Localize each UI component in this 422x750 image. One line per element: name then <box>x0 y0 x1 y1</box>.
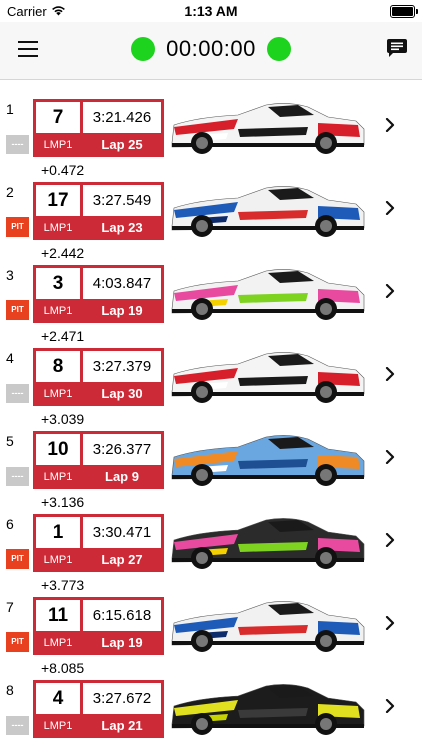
pit-badge: PIT <box>6 300 29 320</box>
standings-row[interactable]: 1 ---- 7 3:21.426 LMP1 Lap 25 +0.472 <box>0 80 422 178</box>
car-livery-image <box>171 435 365 486</box>
car-livery-image <box>171 518 365 569</box>
timing-card: 8 3:27.379 LMP1 Lap 30 <box>33 348 164 406</box>
car-livery-image <box>171 352 365 403</box>
lap-time: 3:27.379 <box>83 351 161 382</box>
position-label: 8 <box>6 682 14 698</box>
status-light-right-icon <box>267 37 292 61</box>
standings-row[interactable]: 8 ---- 4 3:27.672 LMP1 Lap 21 <box>0 661 422 744</box>
car-number: 1 <box>36 517 80 548</box>
standings-row[interactable]: 7 PIT 11 6:15.618 LMP1 Lap 19 +8.085 <box>0 578 422 676</box>
class-label: LMP1 <box>43 305 73 317</box>
class-label: LMP1 <box>43 139 73 151</box>
lap-count: Lap 9 <box>105 469 139 484</box>
standings-row[interactable]: 6 PIT 1 3:30.471 LMP1 Lap 27 +3.773 <box>0 495 422 593</box>
car-livery-image <box>171 103 365 154</box>
message-icon[interactable] <box>387 39 407 57</box>
class-label: LMP1 <box>43 554 73 566</box>
lap-count: Lap 21 <box>101 718 143 733</box>
chevron-right-icon[interactable] <box>385 201 395 215</box>
class-label: LMP1 <box>43 222 73 234</box>
chevron-right-icon[interactable] <box>385 118 395 132</box>
position-label: 1 <box>6 101 14 117</box>
standings-row[interactable]: 3 PIT 3 4:03.847 LMP1 Lap 19 +2.471 <box>0 246 422 344</box>
no-pit-badge: ---- <box>6 384 29 403</box>
timing-card: 17 3:27.549 LMP1 Lap 23 <box>33 182 164 240</box>
race-timer: 00:00:00 <box>0 36 422 62</box>
position-label: 4 <box>6 350 14 366</box>
timing-card: 11 6:15.618 LMP1 Lap 19 <box>33 597 164 655</box>
pit-badge: PIT <box>6 217 29 237</box>
navigation-bar: 00:00:00 <box>0 22 422 80</box>
lap-time: 3:27.672 <box>83 683 161 714</box>
car-livery-image <box>171 186 365 237</box>
position-label: 5 <box>6 433 14 449</box>
position-label: 2 <box>6 184 14 200</box>
lap-count: Lap 27 <box>101 552 143 567</box>
chevron-right-icon[interactable] <box>385 533 395 547</box>
lap-count: Lap 19 <box>101 635 143 650</box>
timing-card: 1 3:30.471 LMP1 Lap 27 <box>33 514 164 572</box>
class-label: LMP1 <box>43 388 73 400</box>
chevron-right-icon[interactable] <box>385 699 395 713</box>
pit-badge: PIT <box>6 632 29 652</box>
position-label: 7 <box>6 599 14 615</box>
no-pit-badge: ---- <box>6 467 29 486</box>
class-label: LMP1 <box>43 637 73 649</box>
status-bar: Carrier 1:13 AM <box>0 0 422 22</box>
class-label: LMP1 <box>43 720 73 732</box>
timing-card: 4 3:27.672 LMP1 Lap 21 <box>33 680 164 738</box>
class-label: LMP1 <box>43 471 73 483</box>
timer-value: 00:00:00 <box>166 36 256 61</box>
pit-badge: PIT <box>6 549 29 569</box>
car-number: 4 <box>36 683 80 714</box>
car-livery-image <box>171 684 365 735</box>
timing-card: 3 4:03.847 LMP1 Lap 19 <box>33 265 164 323</box>
car-number: 17 <box>36 185 80 216</box>
lap-time: 6:15.618 <box>83 600 161 631</box>
car-number: 8 <box>36 351 80 382</box>
car-number: 3 <box>36 268 80 299</box>
lap-count: Lap 19 <box>101 303 143 318</box>
lap-count: Lap 30 <box>101 386 143 401</box>
lap-count: Lap 23 <box>101 220 143 235</box>
car-number: 11 <box>36 600 80 631</box>
chevron-right-icon[interactable] <box>385 367 395 381</box>
chevron-right-icon[interactable] <box>385 284 395 298</box>
standings-row[interactable]: 5 ---- 10 3:26.377 LMP1 Lap 9 +3.136 <box>0 412 422 510</box>
battery-icon <box>390 5 418 18</box>
car-livery-image <box>171 601 365 652</box>
lap-time: 3:27.549 <box>83 185 161 216</box>
clock: 1:13 AM <box>184 3 238 19</box>
car-number: 7 <box>36 102 80 133</box>
no-pit-badge: ---- <box>6 135 29 154</box>
car-number: 10 <box>36 434 80 465</box>
lap-time: 3:21.426 <box>83 102 161 133</box>
status-light-left-icon <box>130 37 155 61</box>
lap-time: 3:26.377 <box>83 434 161 465</box>
chevron-right-icon[interactable] <box>385 616 395 630</box>
lap-time: 4:03.847 <box>83 268 161 299</box>
position-label: 6 <box>6 516 14 532</box>
lap-time: 3:30.471 <box>83 517 161 548</box>
position-label: 3 <box>6 267 14 283</box>
standings-row[interactable]: 4 ---- 8 3:27.379 LMP1 Lap 30 +3.039 <box>0 329 422 427</box>
car-livery-image <box>171 269 365 320</box>
timing-card: 7 3:21.426 LMP1 Lap 25 <box>33 99 164 157</box>
timing-card: 10 3:26.377 LMP1 Lap 9 <box>33 431 164 489</box>
standings-row[interactable]: 2 PIT 17 3:27.549 LMP1 Lap 23 +2.442 <box>0 163 422 261</box>
lap-count: Lap 25 <box>101 137 143 152</box>
chevron-right-icon[interactable] <box>385 450 395 464</box>
no-pit-badge: ---- <box>6 716 29 735</box>
